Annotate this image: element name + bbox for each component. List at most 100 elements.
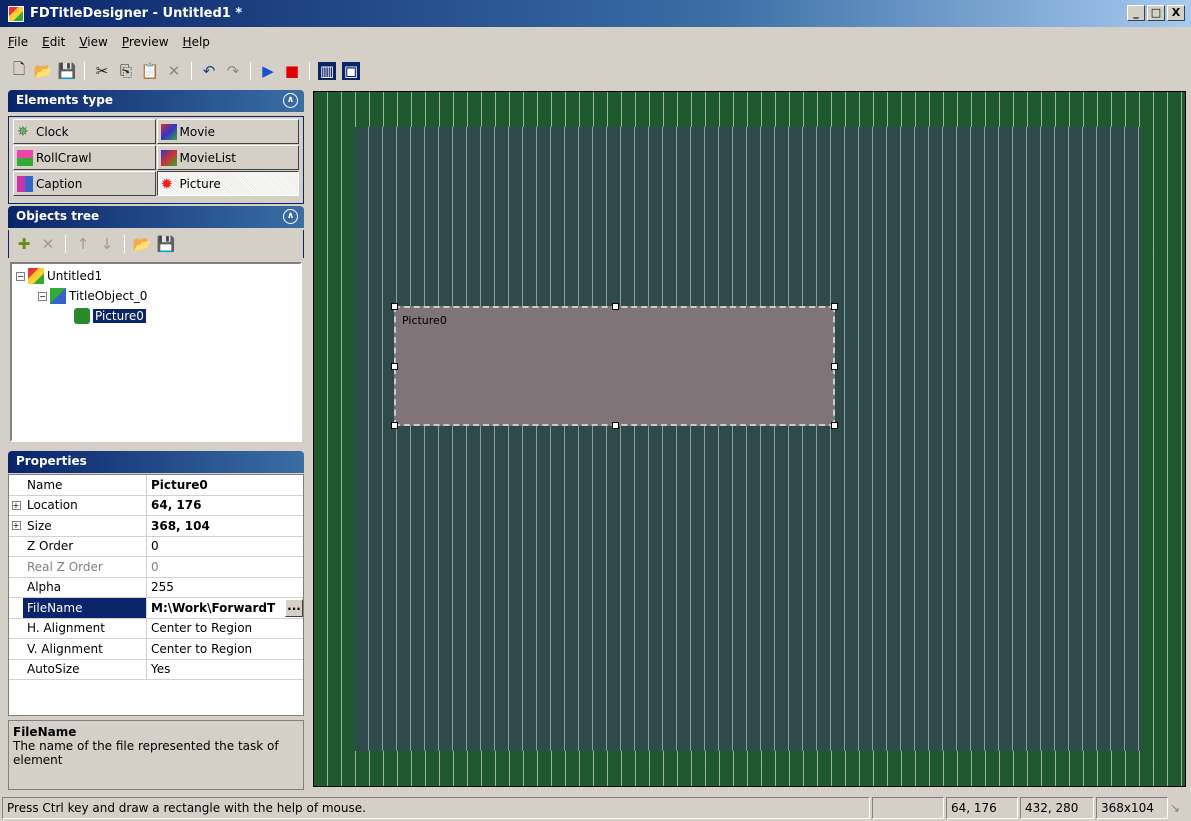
tree-node-root[interactable]: − Untitled1 bbox=[16, 266, 296, 286]
new-file-icon[interactable]: 🗋 bbox=[10, 60, 28, 80]
menu-view[interactable]: View bbox=[79, 35, 107, 53]
resize-handle[interactable] bbox=[612, 422, 619, 429]
element-movie-button[interactable]: Movie bbox=[156, 119, 299, 144]
tree-node-picture[interactable]: Picture0 bbox=[16, 306, 296, 326]
property-value[interactable]: Picture0 bbox=[147, 475, 303, 495]
grid-view-icon[interactable]: ▥ bbox=[318, 62, 336, 80]
export-icon[interactable]: 💾 bbox=[157, 235, 176, 253]
play-icon[interactable]: ▶ bbox=[259, 62, 277, 80]
save-icon[interactable]: 💾 bbox=[58, 62, 77, 80]
menu-file[interactable]: File bbox=[8, 35, 28, 53]
stop-icon[interactable]: ■ bbox=[283, 62, 301, 80]
picture-element-icon bbox=[74, 308, 90, 324]
safe-area-region[interactable] bbox=[355, 127, 1142, 751]
property-value[interactable]: Center to Region bbox=[147, 639, 303, 659]
resize-handle[interactable] bbox=[831, 363, 838, 370]
property-row[interactable]: AutoSize Yes bbox=[9, 659, 303, 680]
paste-icon[interactable]: 📋 bbox=[141, 62, 160, 80]
property-row[interactable]: + Location 64, 176 bbox=[9, 495, 303, 516]
properties-grid: Name Picture0 + Location 64, 176 + Size … bbox=[8, 474, 304, 716]
element-caption-button[interactable]: Caption bbox=[13, 171, 156, 196]
close-button[interactable]: X bbox=[1167, 5, 1185, 21]
collapse-icon[interactable]: ∧ bbox=[283, 93, 298, 108]
expand-expander[interactable]: + bbox=[11, 521, 21, 531]
elements-type-title: Elements type bbox=[16, 93, 113, 107]
cut-icon[interactable]: ✂ bbox=[93, 62, 111, 80]
property-row[interactable]: Z Order 0 bbox=[9, 536, 303, 557]
elements-type-header: Elements type ∧ bbox=[8, 90, 304, 112]
property-value[interactable]: Center to Region bbox=[147, 619, 303, 639]
property-name: Name bbox=[23, 475, 147, 495]
property-value[interactable]: M:\Work\ForwardT ... bbox=[147, 598, 303, 618]
property-gutter bbox=[9, 660, 23, 680]
property-value[interactable]: 64, 176 bbox=[147, 496, 303, 516]
open-folder-icon[interactable]: 📂 bbox=[34, 62, 53, 80]
resize-handle[interactable] bbox=[391, 422, 398, 429]
status-message: Press Ctrl key and draw a rectangle with… bbox=[2, 797, 870, 819]
property-name: FileName bbox=[23, 598, 147, 618]
menu-preview[interactable]: Preview bbox=[122, 35, 169, 53]
caption-icon bbox=[17, 175, 33, 192]
property-gutter bbox=[9, 475, 23, 495]
property-row[interactable]: H. Alignment Center to Region bbox=[9, 618, 303, 639]
property-value[interactable]: 368, 104 bbox=[147, 516, 303, 536]
property-row[interactable]: + Size 368, 104 bbox=[9, 516, 303, 537]
movie-icon bbox=[160, 123, 177, 140]
safe-area-icon[interactable]: ▣ bbox=[342, 62, 360, 80]
element-rollcrawl-button[interactable]: RollCrawl bbox=[13, 145, 156, 170]
tree-node-titleobject[interactable]: − TitleObject_0 bbox=[16, 286, 296, 306]
element-movielist-button[interactable]: MovieList bbox=[156, 145, 299, 170]
maximize-button[interactable]: □ bbox=[1147, 5, 1165, 21]
element-label: Clock bbox=[36, 124, 69, 139]
toolbar-separator bbox=[84, 62, 85, 80]
property-gutter: + bbox=[9, 516, 23, 536]
resize-handle[interactable] bbox=[831, 422, 838, 429]
property-name: Location bbox=[23, 495, 147, 515]
resize-handle[interactable] bbox=[391, 303, 398, 310]
element-picture-button[interactable]: ✹ Picture bbox=[156, 171, 299, 196]
property-row[interactable]: V. Alignment Center to Region bbox=[9, 639, 303, 660]
property-row[interactable]: FileName M:\Work\ForwardT ... bbox=[9, 598, 303, 619]
property-value[interactable]: Yes bbox=[147, 660, 303, 680]
property-gutter bbox=[9, 639, 23, 659]
resize-handle[interactable] bbox=[391, 363, 398, 370]
redo-icon[interactable]: ↷ bbox=[224, 62, 242, 80]
design-canvas[interactable]: Picture0 bbox=[313, 91, 1186, 787]
browse-button[interactable]: ... bbox=[285, 598, 303, 617]
app-icon bbox=[8, 5, 24, 22]
picture-object[interactable]: Picture0 bbox=[391, 303, 838, 429]
expand-expander[interactable]: + bbox=[11, 500, 21, 510]
element-clock-button[interactable]: ✵ Clock bbox=[13, 119, 156, 144]
objects-tree-toolbar: ✚ ✕ ↑ ↓ 📂 💾 bbox=[8, 230, 304, 258]
move-up-icon[interactable]: ↑ bbox=[74, 235, 92, 253]
menu-edit[interactable]: Edit bbox=[42, 35, 65, 53]
property-row[interactable]: Name Picture0 bbox=[9, 475, 303, 496]
move-down-icon[interactable]: ↓ bbox=[98, 235, 116, 253]
clock-icon: ✵ bbox=[17, 123, 29, 140]
resize-grip-icon[interactable]: ↘ bbox=[1170, 801, 1180, 815]
element-label: Caption bbox=[36, 176, 83, 191]
collapse-icon[interactable]: ∧ bbox=[283, 209, 298, 224]
tree-node-label: TitleObject_0 bbox=[69, 289, 148, 303]
property-value[interactable]: 255 bbox=[147, 578, 303, 598]
filename-value[interactable]: M:\Work\ForwardT bbox=[151, 601, 275, 615]
property-value[interactable]: 0 bbox=[147, 537, 303, 557]
property-value: 0 bbox=[151, 559, 159, 574]
status-end-point: 432, 280 bbox=[1020, 797, 1094, 819]
resize-handle[interactable] bbox=[612, 303, 619, 310]
add-icon[interactable]: ✚ bbox=[15, 235, 33, 253]
menu-help[interactable]: Help bbox=[183, 35, 210, 53]
undo-icon[interactable]: ↶ bbox=[200, 62, 218, 80]
element-label: RollCrawl bbox=[36, 150, 92, 165]
delete-icon[interactable]: ✕ bbox=[39, 235, 57, 253]
resize-handle[interactable] bbox=[831, 303, 838, 310]
property-row[interactable]: Alpha 255 bbox=[9, 577, 303, 598]
delete-icon[interactable]: ✕ bbox=[165, 62, 183, 80]
status-bar: Press Ctrl key and draw a rectangle with… bbox=[0, 795, 1191, 821]
collapse-expander[interactable]: − bbox=[38, 291, 47, 301]
copy-icon[interactable]: ⎘ bbox=[117, 62, 135, 80]
collapse-expander[interactable]: − bbox=[16, 271, 25, 281]
objects-tree-header: Objects tree ∧ bbox=[8, 206, 304, 228]
minimize-button[interactable]: _ bbox=[1127, 5, 1145, 21]
import-icon[interactable]: 📂 bbox=[133, 235, 152, 253]
